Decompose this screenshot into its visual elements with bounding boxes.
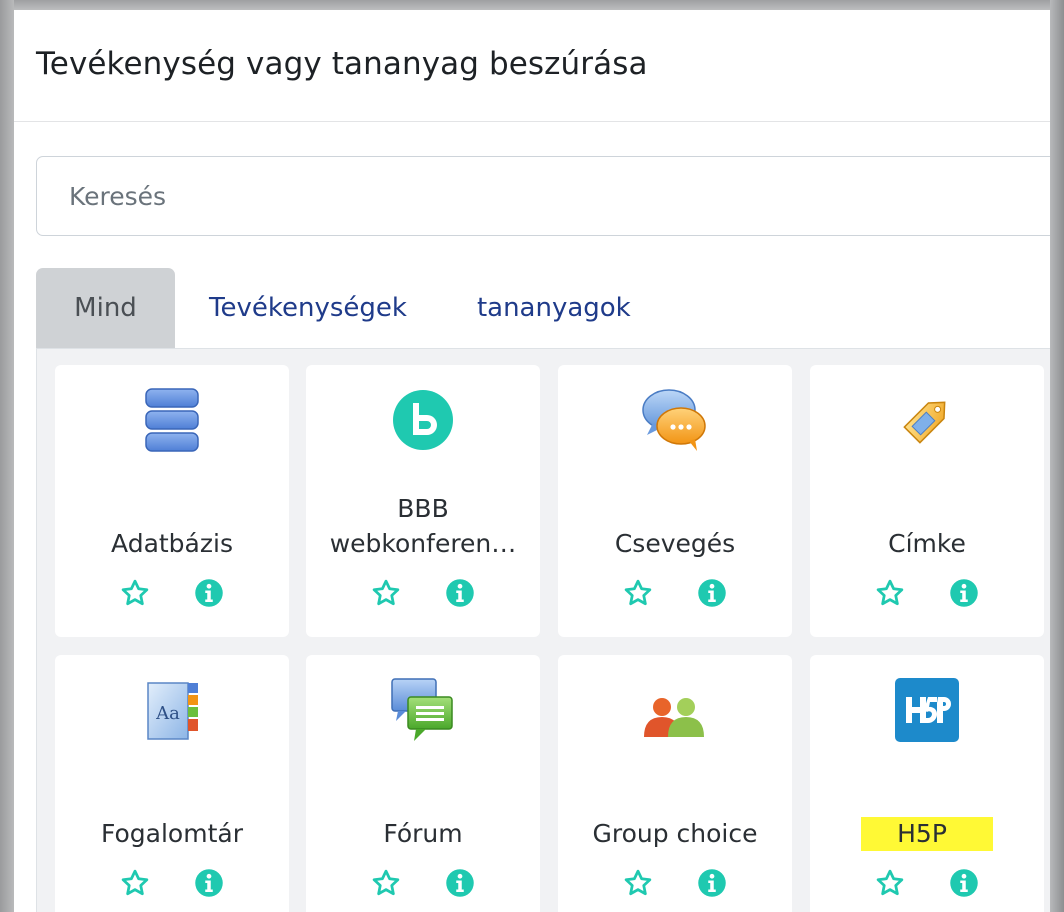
activity-card-forum[interactable]: Fórum <box>306 655 540 912</box>
activity-chooser-modal: Tevékenység vagy tananyag beszúrása Mind… <box>14 10 1050 912</box>
activity-label: H5P <box>861 817 993 851</box>
database-icon <box>55 387 289 453</box>
activity-label: Fogalomtár <box>101 819 243 848</box>
activity-label: Adatbázis <box>111 529 233 558</box>
activity-grid: Adatbázis BBB webkonferen… Csevegés Címk… <box>36 349 1050 912</box>
star-icon[interactable] <box>371 578 401 612</box>
info-icon[interactable] <box>445 868 475 902</box>
card-actions <box>558 867 792 903</box>
star-icon[interactable] <box>120 868 150 902</box>
chat-icon <box>558 387 792 453</box>
card-actions <box>306 577 540 613</box>
activity-card-h5p[interactable]: H5P <box>810 655 1044 912</box>
backdrop-left <box>0 0 14 912</box>
info-icon[interactable] <box>949 868 979 902</box>
modal-header: Tevékenység vagy tananyag beszúrása <box>14 10 1050 122</box>
activity-label: Group choice <box>592 819 758 848</box>
modal-title: Tevékenység vagy tananyag beszúrása <box>36 45 648 82</box>
activity-label: BBB webkonferen… <box>329 494 517 558</box>
info-icon[interactable] <box>194 578 224 612</box>
tab-activities[interactable]: Tevékenységek <box>175 268 441 348</box>
tab-resources[interactable]: tananyagok <box>441 268 631 348</box>
forum-icon <box>306 677 540 743</box>
star-icon[interactable] <box>371 868 401 902</box>
backdrop-top <box>0 0 1064 10</box>
info-icon[interactable] <box>445 578 475 612</box>
activity-card-database[interactable]: Adatbázis <box>55 365 289 637</box>
svg-text:Aa: Aa <box>155 703 180 724</box>
card-actions <box>810 867 1044 903</box>
activity-label: Címke <box>888 529 966 558</box>
info-icon[interactable] <box>949 578 979 612</box>
star-icon[interactable] <box>623 868 653 902</box>
activity-card-glossary[interactable]: Aa Fogalomtár <box>55 655 289 912</box>
activity-card-bbb[interactable]: BBB webkonferen… <box>306 365 540 637</box>
card-actions <box>55 577 289 613</box>
backdrop-right <box>1050 0 1064 912</box>
card-actions <box>558 577 792 613</box>
bigbluebutton-icon <box>306 387 540 453</box>
info-icon[interactable] <box>697 868 727 902</box>
tab-all[interactable]: Mind <box>36 268 175 348</box>
info-icon[interactable] <box>194 868 224 902</box>
card-actions <box>306 867 540 903</box>
h5p-icon <box>810 677 1044 743</box>
info-icon[interactable] <box>697 578 727 612</box>
card-actions <box>810 577 1044 613</box>
activity-label: Fórum <box>383 819 463 848</box>
search-container <box>36 156 1050 236</box>
activity-card-chat[interactable]: Csevegés <box>558 365 792 637</box>
activity-label: Csevegés <box>614 529 736 558</box>
group-choice-icon <box>558 677 792 743</box>
star-icon[interactable] <box>120 578 150 612</box>
card-actions <box>55 867 289 903</box>
star-icon[interactable] <box>875 868 905 902</box>
star-icon[interactable] <box>875 578 905 612</box>
search-input[interactable] <box>36 156 1050 236</box>
activity-card-label[interactable]: Címke <box>810 365 1044 637</box>
glossary-icon: Aa <box>55 677 289 743</box>
activity-card-group-choice[interactable]: Group choice <box>558 655 792 912</box>
label-tag-icon <box>810 387 1044 453</box>
star-icon[interactable] <box>623 578 653 612</box>
tab-list: Mind Tevékenységek tananyagok <box>36 268 1050 349</box>
